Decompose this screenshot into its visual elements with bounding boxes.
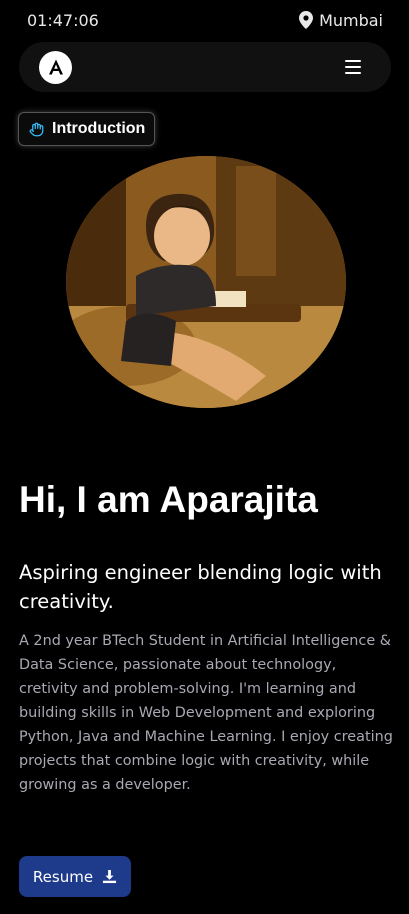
status-location: Mumbai [299,11,383,30]
hamburger-menu-icon[interactable] [345,59,365,75]
waving-hand-icon [29,122,44,136]
profile-avatar [66,156,346,408]
status-time: 01:47:06 [27,10,99,30]
top-navbar [19,42,391,92]
resume-button[interactable]: Resume [19,856,131,897]
avatar-illustration [66,156,346,408]
hero-headline: Hi, I am Aparajita [19,479,318,520]
location-label: Mumbai [319,10,383,30]
map-pin-icon [299,11,314,29]
site-logo[interactable] [39,50,72,84]
hero-bio: A 2nd year BTech Student in Artificial I… [19,633,393,793]
badge-label: Introduction [52,120,146,137]
logo-a-icon [48,59,63,75]
status-bar: 01:47:06 Mumbai [0,0,409,40]
introduction-badge: Introduction [18,112,156,146]
download-icon [103,869,117,884]
resume-label: Resume [32,867,94,886]
hero-tagline: Aspiring engineer blending logic with cr… [19,561,382,613]
